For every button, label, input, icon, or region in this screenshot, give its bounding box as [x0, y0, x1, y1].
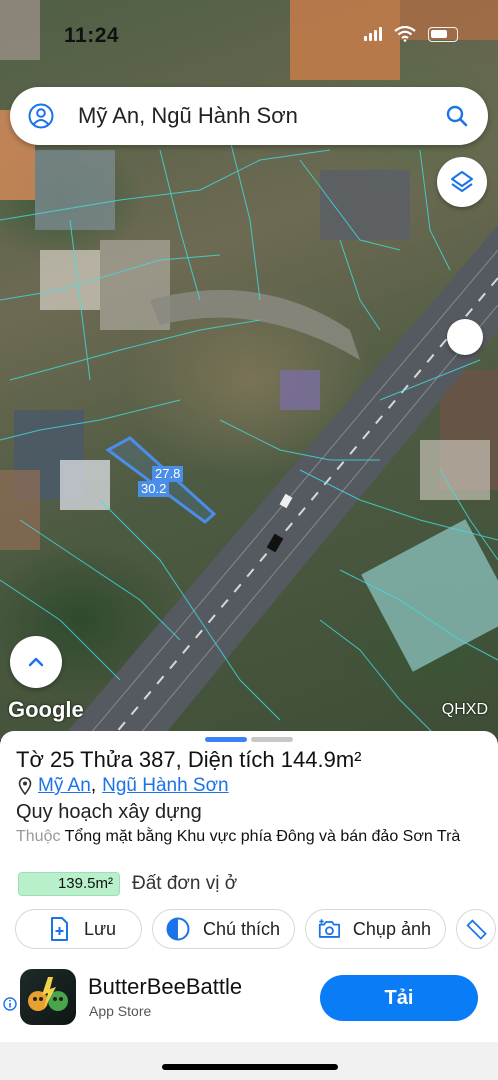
info-icon[interactable]: [3, 997, 17, 1011]
sheet-grabber[interactable]: [205, 737, 293, 742]
planning-heading: Quy hoạch xây dựng: [16, 801, 202, 823]
ad-title: ButterBeeBattle: [88, 974, 243, 999]
measure-label: 30.2: [138, 481, 170, 497]
parcel-title: Tờ 25 Thửa 387, Diện tích 144.9m²: [16, 747, 362, 772]
district-link[interactable]: Ngũ Hành Sơn: [102, 775, 229, 797]
legend-button-label: Chú thích: [202, 918, 280, 939]
app-logo-icon: [28, 977, 68, 1011]
land-use-row: 139.5m² Đất đơn vị ở: [18, 872, 237, 896]
search-input[interactable]: Mỹ An, Ngũ Hành Sơn: [78, 103, 444, 129]
file-plus-icon: [51, 917, 68, 941]
search-icon[interactable]: [444, 103, 470, 129]
land-use-area-badge: 139.5m²: [18, 872, 120, 896]
chevron-up-icon: [28, 657, 44, 667]
layers-icon: [451, 171, 473, 192]
layers-button[interactable]: [437, 157, 487, 207]
status-icons: [364, 26, 458, 42]
ad-install-button[interactable]: Tải: [320, 975, 478, 1021]
bottom-safe-area: [0, 1042, 498, 1080]
compass-button[interactable]: [447, 319, 483, 355]
ward-link[interactable]: Mỹ An: [38, 775, 91, 796]
battery-icon: [428, 26, 458, 42]
half-circle-icon: [166, 917, 190, 941]
ruler-icon: [466, 919, 487, 940]
status-time: 11:24: [64, 24, 120, 47]
layer-label: QHXD: [441, 701, 488, 718]
ad-app-icon: [20, 969, 76, 1025]
expand-up-button[interactable]: [10, 636, 62, 688]
ad-banner[interactable]: ButterBeeBattle App Store Tải: [0, 967, 498, 1037]
save-button[interactable]: Lưu: [15, 909, 142, 949]
location-pin-icon: [18, 777, 32, 795]
parcel-location: Mỹ An, Ngũ Hành Sơn: [18, 775, 229, 797]
account-icon[interactable]: [28, 103, 54, 129]
map-view[interactable]: 11:24 Mỹ An, Ngũ Hành Sơn 27.8 30.2 Goog…: [0, 0, 498, 740]
measure-label: 27.8: [152, 466, 184, 482]
planning-desc-prefix: Thuộc: [16, 828, 61, 845]
google-attribution: Google: [8, 697, 84, 722]
measure-button[interactable]: [456, 909, 496, 949]
grabber-indicator-active: [205, 737, 247, 742]
search-bar[interactable]: Mỹ An, Ngũ Hành Sơn: [10, 87, 488, 145]
action-bar: Lưu Chú thích Chụp ảnh: [15, 909, 496, 949]
ad-subtitle: App Store: [89, 1003, 152, 1019]
photo-button-label: Chụp ảnh: [352, 918, 431, 939]
camera-plus-icon: [318, 919, 341, 938]
land-use-label: Đất đơn vị ở: [132, 873, 238, 894]
planning-description: Thuộc Tổng mặt bằng Khu vực phía Đông và…: [16, 826, 476, 847]
wifi-icon: [394, 26, 416, 42]
home-indicator[interactable]: [162, 1064, 338, 1070]
grabber-indicator: [251, 737, 293, 742]
legend-button[interactable]: Chú thích: [152, 909, 295, 949]
signal-icon: [364, 27, 382, 41]
location-separator: ,: [90, 775, 97, 796]
save-button-label: Lưu: [84, 918, 117, 939]
photo-button[interactable]: Chụp ảnh: [305, 909, 446, 949]
parcel-info-sheet: Tờ 25 Thửa 387, Diện tích 144.9m² Mỹ An,…: [0, 731, 498, 1042]
planning-desc-text: Tổng mặt bằng Khu vực phía Đông và bán đ…: [64, 828, 461, 845]
